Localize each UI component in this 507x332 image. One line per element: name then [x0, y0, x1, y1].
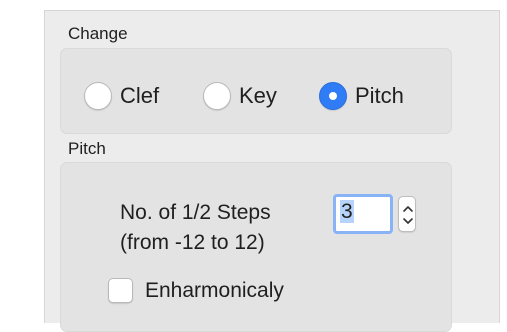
pitch-section-title: Pitch	[68, 139, 106, 158]
half-steps-label: No. of 1/2 Steps	[120, 201, 271, 224]
radio-key-circle[interactable]	[203, 82, 231, 110]
radio-key[interactable]: Key	[203, 80, 277, 112]
radio-pitch-label: Pitch	[355, 83, 404, 108]
radio-clef-circle[interactable]	[84, 82, 112, 110]
half-steps-value: 3	[340, 200, 354, 223]
radio-clef-label: Clef	[120, 83, 160, 108]
radio-clef[interactable]: Clef	[84, 80, 159, 112]
enharmonic-label: Enharmonicaly	[145, 278, 284, 302]
half-steps-input[interactable]: 3	[333, 194, 393, 234]
radio-pitch[interactable]: Pitch	[319, 80, 404, 112]
half-steps-stepper[interactable]	[398, 196, 416, 232]
enharmonic-checkbox[interactable]	[108, 278, 133, 303]
radio-key-label: Key	[239, 83, 277, 108]
radio-pitch-circle[interactable]	[319, 82, 347, 110]
change-section-title: Change	[68, 24, 128, 43]
up-down-chevron-icon	[403, 206, 413, 224]
enharmonic-option[interactable]: Enharmonicaly	[108, 278, 284, 303]
half-steps-range-label: (from -12 to 12)	[120, 231, 265, 254]
